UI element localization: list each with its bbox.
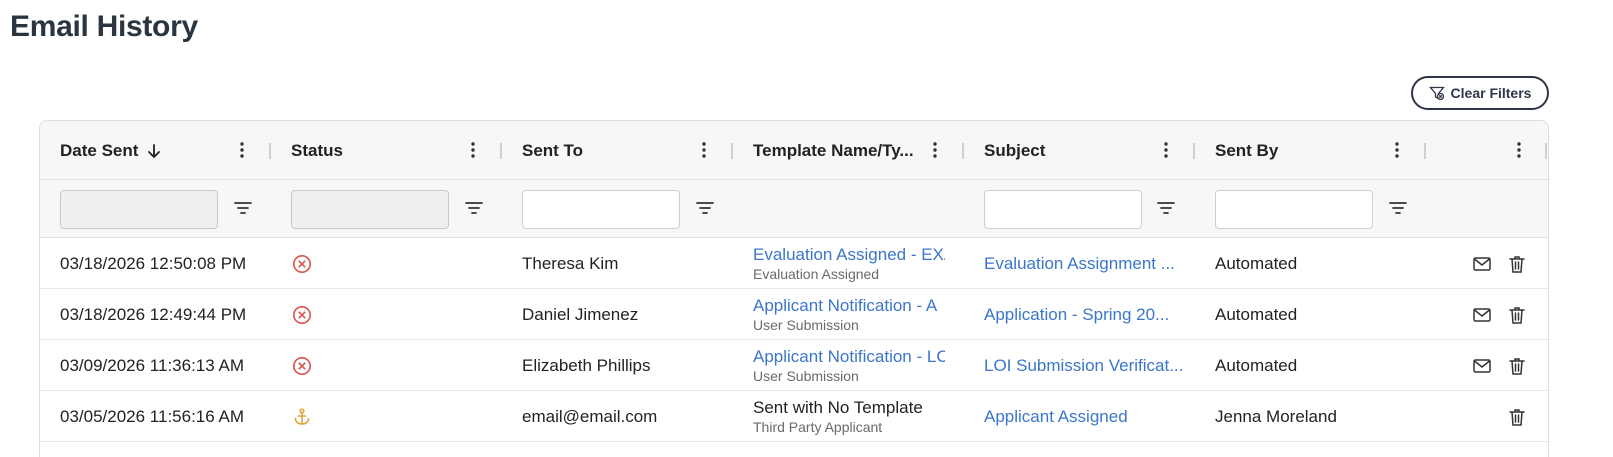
sent-by-filter-input[interactable] — [1215, 190, 1373, 229]
column-header-date-sent[interactable]: Date Sent — [40, 121, 271, 180]
template-cell: Applicant Notification - LC User Submiss… — [753, 340, 945, 391]
template-cell: Evaluation Assigned - EXA Evaluation Ass… — [753, 238, 945, 289]
filter-icon[interactable] — [1157, 200, 1175, 216]
column-menu-icon[interactable] — [239, 141, 245, 159]
page-title: Email History — [10, 10, 198, 43]
column-separator[interactable] — [1545, 143, 1547, 159]
sent-by-cell: Automated — [1215, 304, 1298, 324]
sent-to-cell: Theresa Kim — [522, 253, 619, 273]
subject-cell: Application - Spring 20... — [984, 289, 1184, 340]
template-type-label: Third Party Applicant — [753, 419, 883, 435]
table-row[interactable]: 03/05/2026 11:56:16 AM email@email.com S… — [40, 391, 1548, 442]
sent-by-cell: Jenna Moreland — [1215, 406, 1337, 426]
table-row[interactable]: 03/18/2026 12:50:08 PM Theresa Kim Evalu… — [40, 238, 1548, 289]
date-sent-cell: 03/18/2026 12:50:08 PM — [60, 253, 247, 273]
column-label-subject: Subject — [984, 140, 1046, 160]
trash-icon[interactable] — [1507, 356, 1527, 376]
column-header-sent-by[interactable]: Sent By — [1195, 121, 1426, 180]
anchor-icon — [294, 408, 310, 425]
template-type-label: User Submission — [753, 368, 859, 384]
sent-by-cell: Automated — [1215, 253, 1298, 273]
mail-icon[interactable] — [1472, 305, 1492, 325]
template-cell: Applicant Notification - A User Submissi… — [753, 289, 945, 340]
column-header-template[interactable]: Template Name/Ty... — [733, 121, 964, 180]
column-menu-icon[interactable] — [701, 141, 707, 159]
clear-filters-label: Clear Filters — [1450, 85, 1532, 101]
column-menu-icon[interactable] — [1163, 141, 1169, 159]
trash-icon[interactable] — [1507, 305, 1527, 325]
subject-cell: Evaluation Assignment ... — [984, 238, 1184, 289]
column-header-subject[interactable]: Subject — [964, 121, 1195, 180]
status-filter-input[interactable] — [291, 190, 449, 229]
sort-descending-icon[interactable] — [146, 143, 162, 159]
clear-filters-button[interactable]: Clear Filters — [1411, 76, 1549, 110]
column-label-sent-by: Sent By — [1215, 140, 1279, 160]
table-row[interactable]: 03/18/2026 12:49:44 PM Daniel Jimenez Ap… — [40, 289, 1548, 340]
subject-link[interactable]: LOI Submission Verificat... — [984, 356, 1183, 376]
filter-icon[interactable] — [1389, 200, 1407, 216]
x-circle-icon — [293, 306, 311, 324]
date-sent-cell: 03/09/2026 11:36:13 AM — [60, 355, 245, 375]
sent-to-cell: email@email.com — [522, 406, 658, 426]
date-sent-filter-input[interactable] — [60, 190, 218, 229]
sent-to-cell: Elizabeth Phillips — [522, 355, 651, 375]
column-label-status: Status — [291, 140, 343, 160]
subject-cell: Applicant Assigned — [984, 391, 1184, 442]
filter-icon[interactable] — [234, 200, 252, 216]
template-name-link[interactable]: Applicant Notification - LC — [753, 347, 945, 367]
filter-icon[interactable] — [465, 200, 483, 216]
mail-icon[interactable] — [1472, 356, 1492, 376]
column-menu-icon[interactable] — [1516, 141, 1522, 159]
template-name-label: Sent with No Template — [753, 398, 923, 417]
x-circle-icon — [293, 255, 311, 273]
filter-clear-icon — [1428, 86, 1445, 101]
column-menu-icon[interactable] — [932, 141, 938, 159]
column-label-date-sent: Date Sent — [60, 140, 139, 160]
subject-link[interactable]: Evaluation Assignment ... — [984, 254, 1175, 274]
template-name-link[interactable]: Applicant Notification - A — [753, 296, 937, 316]
subject-link[interactable]: Applicant Assigned — [984, 407, 1128, 427]
column-header-actions — [1426, 121, 1548, 180]
column-header-status[interactable]: Status — [271, 121, 502, 180]
date-sent-cell: 03/18/2026 12:49:44 PM — [60, 304, 247, 324]
column-menu-icon[interactable] — [470, 141, 476, 159]
email-history-grid: Date Sent Status Sent To Template Name/T… — [39, 120, 1549, 457]
mail-icon[interactable] — [1472, 254, 1492, 274]
column-menu-icon[interactable] — [1394, 141, 1400, 159]
table-row[interactable]: 03/09/2026 11:36:13 AM Elizabeth Phillip… — [40, 340, 1548, 391]
column-header-sent-to[interactable]: Sent To — [502, 121, 733, 180]
subject-filter-input[interactable] — [984, 190, 1142, 229]
subject-link[interactable]: Application - Spring 20... — [984, 305, 1169, 325]
trash-icon[interactable] — [1507, 254, 1527, 274]
grid-filter-row — [40, 180, 1548, 238]
sent-to-cell: Daniel Jimenez — [522, 304, 639, 324]
trash-icon[interactable] — [1507, 407, 1527, 427]
column-label-sent-to: Sent To — [522, 140, 584, 160]
x-circle-icon — [293, 357, 311, 375]
grid-header-row: Date Sent Status Sent To Template Name/T… — [40, 121, 1548, 180]
template-type-label: User Submission — [753, 317, 859, 333]
sent-to-filter-input[interactable] — [522, 190, 680, 229]
subject-cell: LOI Submission Verificat... — [984, 340, 1184, 391]
template-type-label: Evaluation Assigned — [753, 266, 880, 282]
template-cell: Sent with No Template Third Party Applic… — [753, 391, 945, 442]
column-label-template: Template Name/Ty... — [753, 140, 914, 160]
date-sent-cell: 03/05/2026 11:56:16 AM — [60, 406, 245, 426]
sent-by-cell: Automated — [1215, 355, 1298, 375]
template-name-link[interactable]: Evaluation Assigned - EXA — [753, 245, 945, 265]
filter-icon[interactable] — [696, 200, 714, 216]
